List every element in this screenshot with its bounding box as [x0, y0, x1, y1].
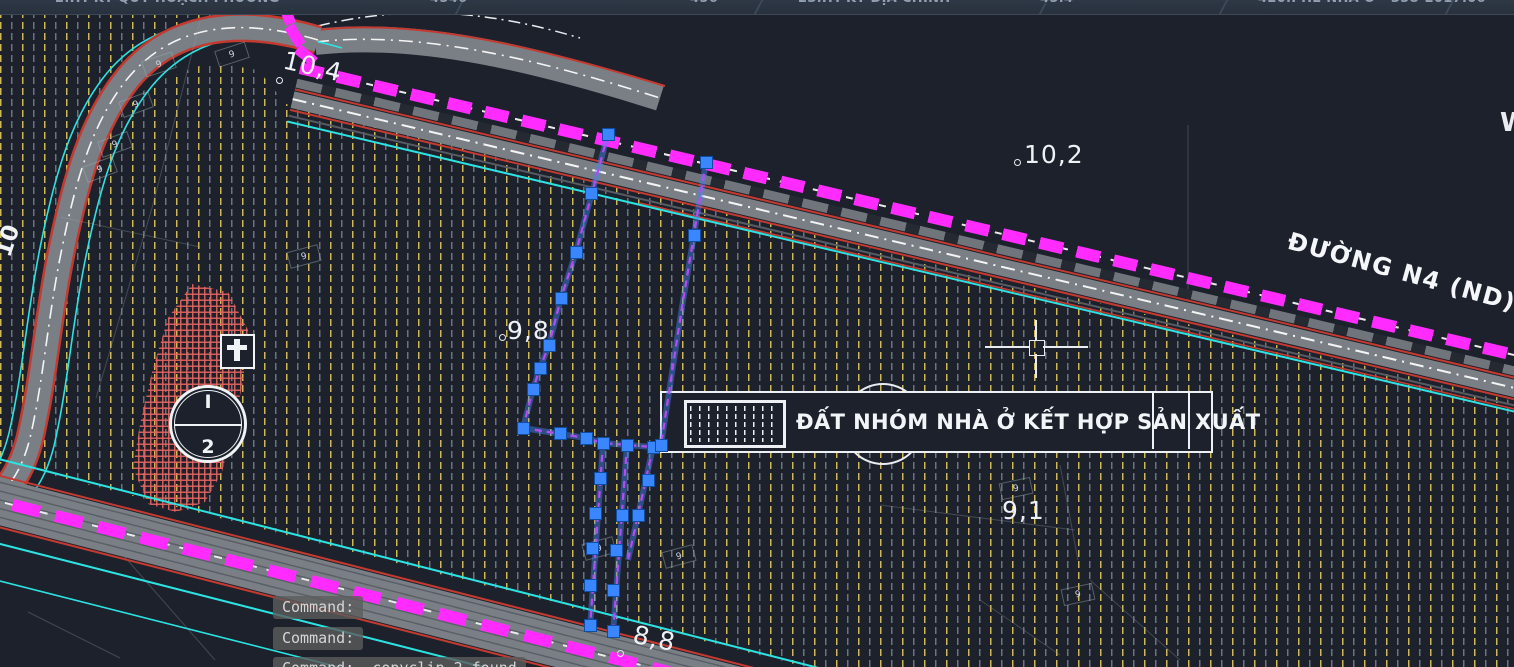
tab-separator: [1216, 0, 1230, 15]
drawing-tab-2[interactable]: 456: [690, 0, 718, 6]
grip-handle[interactable]: [616, 509, 629, 522]
grip-handle[interactable]: [584, 579, 597, 592]
grip-handle[interactable]: [602, 128, 615, 141]
grip-handle[interactable]: [584, 619, 597, 632]
drawing-tab-bar[interactable]: 2.HT-KT QUY HOẠCH PHƯỜNG 4546 456 23.HT-KT …: [0, 0, 1514, 15]
command-prompt-line[interactable]: Command:: [273, 596, 363, 619]
grip-handle[interactable]: [534, 362, 547, 375]
drawing-tab-4[interactable]: 45.4: [1040, 0, 1073, 6]
grip-handle[interactable]: [607, 625, 620, 638]
grip-handle[interactable]: [597, 437, 610, 450]
command-prompt-line[interactable]: Command:: [273, 627, 363, 650]
drawing-tab-3[interactable]: 23.HT-KT ĐỊA CHÍNH: [798, 0, 950, 6]
grip-handle[interactable]: [586, 542, 599, 555]
tab-separator: [751, 0, 765, 15]
drawing-tab-1[interactable]: 4546: [430, 0, 467, 6]
drawing-tab-5[interactable]: 420.PHÊ NHÀ Ở - 358-2017.06: [1258, 0, 1486, 6]
grip-handle[interactable]: [610, 544, 623, 557]
pickbox: [1029, 340, 1045, 356]
grip-handle[interactable]: [554, 427, 567, 440]
grip-handle[interactable]: [594, 472, 607, 485]
grip-handle[interactable]: [607, 584, 620, 597]
grip-handle[interactable]: [642, 474, 655, 487]
grip-handle[interactable]: [580, 432, 593, 445]
grip-handle[interactable]: [570, 246, 583, 259]
grip-handle[interactable]: [700, 156, 713, 169]
grip-handle[interactable]: [621, 439, 634, 452]
command-prompt-line[interactable]: Command: copyclip 2 found: [273, 657, 526, 667]
grip-handle[interactable]: [517, 422, 530, 435]
grip-handle[interactable]: [585, 187, 598, 200]
grip-handle[interactable]: [543, 339, 556, 352]
grip-handle[interactable]: [688, 229, 701, 242]
grip-handle[interactable]: [589, 507, 602, 520]
selected-parcel-polyline[interactable]: [0, 0, 1514, 667]
autocad-viewport: { "tabs": { "labels": [ {"text": "2.HT-K…: [0, 0, 1514, 667]
drawing-tab-0[interactable]: 2.HT-KT QUY HOẠCH PHƯỜNG: [55, 0, 280, 6]
grip-handle[interactable]: [632, 509, 645, 522]
grip-handle[interactable]: [555, 292, 568, 305]
grip-handle[interactable]: [527, 383, 540, 396]
grip-handle[interactable]: [655, 439, 668, 452]
